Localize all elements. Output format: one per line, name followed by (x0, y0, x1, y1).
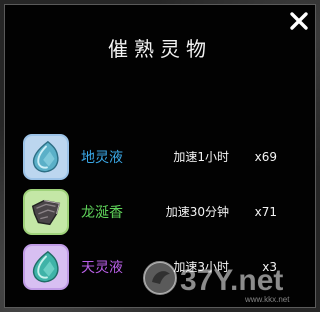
item-effect: 加速1小时 (173, 150, 229, 164)
item-row-2[interactable]: 天灵液 加速3小时 x3 (23, 239, 301, 294)
dark-ambergris-icon (31, 199, 61, 225)
game-screen: 催熟灵物 地灵液 加速1小时 x69 龙涎香 加速30分钟 x71 天灵液 加速… (0, 0, 320, 312)
item-row-0[interactable]: 地灵液 加速1小时 x69 (23, 129, 301, 184)
item-name: 地灵液 (81, 149, 123, 166)
item-count: x69 (254, 149, 277, 164)
item-effect: 加速30分钟 (165, 205, 229, 219)
item-icon-frame (23, 133, 69, 180)
close-icon (290, 12, 308, 30)
blue-crystal-droplet-icon (32, 140, 59, 172)
close-button[interactable] (289, 11, 309, 31)
item-icon-frame (23, 188, 69, 235)
item-row-1[interactable]: 龙涎香 加速30分钟 x71 (23, 184, 301, 239)
ripening-items-dialog: 催熟灵物 地灵液 加速1小时 x69 龙涎香 加速30分钟 x71 天灵液 加速… (4, 4, 316, 308)
item-list: 地灵液 加速1小时 x69 龙涎香 加速30分钟 x71 天灵液 加速3小时 x… (23, 129, 301, 294)
teal-crystal-droplet-icon (32, 250, 59, 282)
item-name: 龙涎香 (81, 204, 123, 221)
item-effect: 加速3小时 (173, 260, 229, 274)
item-count: x71 (254, 204, 277, 219)
item-name: 天灵液 (81, 259, 123, 276)
item-icon-frame (23, 243, 69, 290)
item-count: x3 (262, 259, 277, 274)
dialog-title: 催熟灵物 (108, 37, 212, 61)
